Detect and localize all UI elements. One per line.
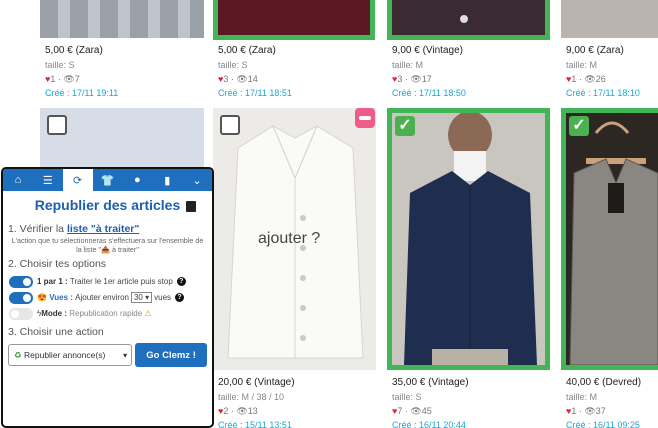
product-price: 5,00 € (Zara) bbox=[45, 45, 103, 56]
product-price: 5,00 € (Zara) bbox=[218, 45, 276, 56]
product-stats: 3 · 👁14 bbox=[223, 74, 258, 84]
product-photo[interactable] bbox=[561, 0, 658, 38]
product-card[interactable]: 5,00 € (Zara) taille: S ♥1 · 👁7 Créé : 1… bbox=[40, 0, 204, 98]
product-created: Créé : 17/11 19:11 bbox=[45, 88, 119, 98]
republish-panel: ⌂ ☰ ⟳ 👕 ● ▮ ⌄ Republier des articles 1. … bbox=[1, 167, 214, 428]
product-stats: 1 · 👁26 bbox=[571, 74, 606, 84]
chevron-down-icon[interactable]: ⌄ bbox=[182, 169, 212, 191]
check-icon[interactable]: ✓ bbox=[395, 116, 415, 136]
product-size: taille: S bbox=[45, 60, 75, 70]
chat-icon[interactable]: ● bbox=[122, 169, 152, 191]
shirt-icon[interactable]: 👕 bbox=[93, 169, 123, 191]
product-card[interactable]: 9,00 € (Zara) taille: M ♥1 · 👁26 Créé : … bbox=[561, 0, 658, 98]
product-created: Créé : 17/11 18:50 bbox=[392, 88, 466, 98]
step2-label: 2. Choisir tes options bbox=[8, 258, 107, 270]
product-photo[interactable] bbox=[387, 0, 550, 40]
home-icon[interactable]: ⌂ bbox=[3, 169, 33, 191]
product-created: Créé : 17/11 18:51 bbox=[218, 88, 292, 98]
product-created: Créé : 17/11 18:10 bbox=[566, 88, 640, 98]
product-stats: 3 · 👁17 bbox=[397, 74, 432, 84]
product-size: taille: S bbox=[218, 60, 248, 70]
panel-tabbar: ⌂ ☰ ⟳ 👕 ● ▮ ⌄ bbox=[3, 169, 212, 191]
action-select[interactable]: ♻ Republier annonce(s) ▾ bbox=[8, 344, 133, 366]
product-photo[interactable] bbox=[213, 0, 375, 40]
smiley-icon: 😍 bbox=[37, 293, 47, 302]
panel-title: Republier des articles bbox=[34, 197, 181, 213]
product-created: Créé : 15/11 13:51 bbox=[218, 420, 292, 428]
warning-icon: ⚠ bbox=[144, 309, 152, 318]
select-checkbox[interactable] bbox=[220, 115, 240, 135]
check-icon[interactable]: ✓ bbox=[569, 116, 589, 136]
product-size: taille: M / 38 / 10 bbox=[218, 392, 285, 402]
product-card[interactable]: ✓ 40,00 € (Devred) taille: M ♥1 · 👁37 Cr… bbox=[561, 108, 658, 428]
product-stats: 2 · 👁13 bbox=[223, 406, 258, 416]
help-icon[interactable]: ? bbox=[175, 293, 185, 302]
add-overlay-label[interactable]: ajouter ? bbox=[258, 230, 320, 248]
go-button[interactable]: Go Clemz ! bbox=[135, 343, 207, 367]
book-icon[interactable] bbox=[186, 201, 196, 212]
product-price: 40,00 € (Devred) bbox=[566, 377, 642, 388]
help-icon[interactable]: ? bbox=[176, 277, 186, 286]
no-entry-icon bbox=[355, 108, 375, 128]
product-size: taille: M bbox=[566, 60, 598, 70]
product-price: 20,00 € (Vintage) bbox=[218, 377, 295, 388]
views-select[interactable]: 30 ▾ bbox=[130, 292, 153, 303]
product-stats: 1 · 👁37 bbox=[571, 406, 606, 416]
recycle-icon: ♻ bbox=[14, 349, 22, 360]
product-created: Créé : 16/11 20:44 bbox=[392, 420, 466, 428]
page: 5,00 € (Zara) taille: S ♥1 · 👁7 Créé : 1… bbox=[0, 0, 658, 428]
product-price: 35,00 € (Vintage) bbox=[392, 377, 469, 388]
todo-list-link[interactable]: liste "à traiter" bbox=[67, 223, 139, 235]
step3-label: 3. Choisir une action bbox=[8, 326, 104, 338]
product-size: taille: S bbox=[392, 392, 422, 402]
blazer-photo bbox=[566, 113, 658, 365]
jacket-photo bbox=[392, 113, 545, 365]
product-size: taille: M bbox=[392, 60, 424, 70]
option-mode: ϟ Mode : Republication rapide ⚠ bbox=[3, 306, 212, 321]
refresh-icon[interactable]: ⟳ bbox=[62, 169, 93, 191]
step1-note: L'action que tu sélectionneras s'effectu… bbox=[11, 236, 204, 254]
select-checkbox[interactable] bbox=[47, 115, 67, 135]
option-one-by-one: 1 par 1 : Traiter le 1er article puis st… bbox=[3, 274, 212, 289]
step1-label: 1. Vérifier la bbox=[8, 223, 67, 235]
product-card[interactable]: 5,00 € (Zara) taille: S ♥3 · 👁14 Créé : … bbox=[213, 0, 375, 98]
product-card[interactable]: ✓ 35,00 € (Vintage) taille: S ♥7 · 👁45 C… bbox=[387, 108, 550, 428]
chevron-down-icon: ▾ bbox=[123, 350, 128, 360]
product-stats: 7 · 👁45 bbox=[397, 406, 432, 416]
product-price: 9,00 € (Vintage) bbox=[392, 45, 463, 56]
list-icon[interactable]: ☰ bbox=[33, 169, 63, 191]
product-size: taille: M bbox=[566, 392, 598, 402]
product-photo[interactable] bbox=[40, 0, 204, 38]
product-created: Créé : 16/11 09:25 bbox=[566, 420, 640, 428]
option-views: 😍 Vues : Ajouter environ 30 ▾ vues ? bbox=[3, 290, 212, 305]
product-photo[interactable] bbox=[561, 108, 658, 370]
one-by-one-toggle[interactable] bbox=[9, 275, 33, 288]
product-card[interactable]: ajouter ? 20,00 € (Vintage) taille: M / … bbox=[213, 108, 376, 428]
product-price: 9,00 € (Zara) bbox=[566, 45, 624, 56]
clipboard-icon[interactable]: ▮ bbox=[152, 169, 182, 191]
product-photo[interactable] bbox=[387, 108, 550, 370]
product-stats: 1 · 👁7 bbox=[50, 74, 80, 84]
product-card[interactable]: 9,00 € (Vintage) taille: M ♥3 · 👁17 Créé… bbox=[387, 0, 550, 98]
mode-toggle[interactable] bbox=[9, 307, 33, 320]
views-toggle[interactable] bbox=[9, 291, 33, 304]
